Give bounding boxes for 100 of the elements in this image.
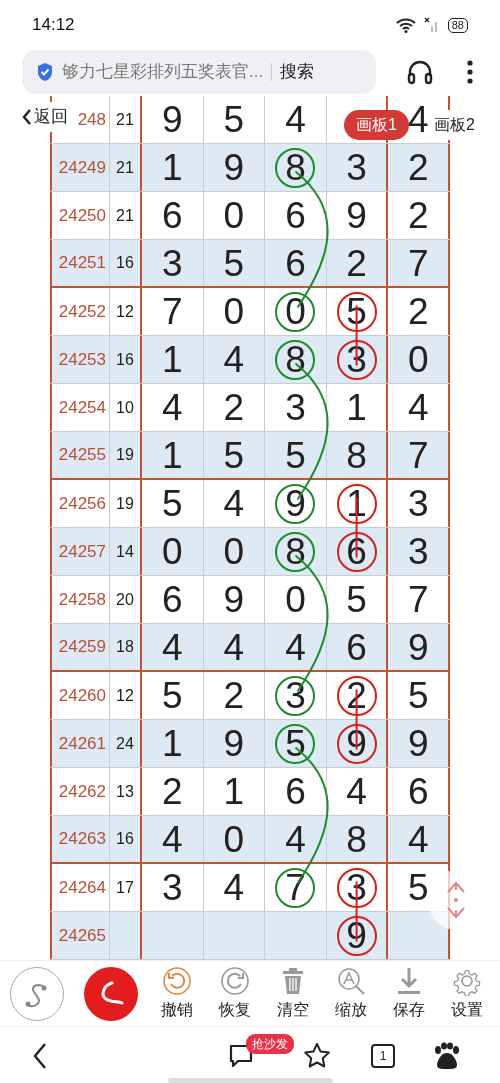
toolbar-button[interactable]: 恢复 [206, 965, 264, 1022]
draw-mode-button[interactable] [84, 966, 138, 1021]
star-icon [303, 1042, 331, 1070]
digit: 9 [223, 581, 245, 618]
issue-number: 24254 [58, 396, 106, 419]
digit: 6 [407, 773, 429, 810]
digit: 6 [285, 244, 306, 282]
digit: 0 [162, 533, 183, 570]
digit: 5 [223, 101, 245, 138]
digit: 4 [223, 485, 245, 522]
issue-number: 24263 [58, 828, 106, 851]
more-menu-icon[interactable] [466, 59, 474, 85]
issue-number: 24265 [58, 924, 106, 947]
toolbar-button[interactable]: 撤销 [148, 965, 206, 1022]
digit: 9 [346, 917, 367, 954]
digit: 8 [346, 436, 367, 474]
digit: 1 [162, 341, 183, 378]
digit: 3 [285, 389, 306, 426]
issue-number: 24256 [58, 492, 106, 515]
digit: 8 [285, 533, 306, 570]
digit: 0 [285, 581, 306, 618]
toolbar-button[interactable]: 缩放 [322, 965, 380, 1022]
digit: 9 [346, 725, 367, 762]
sum-value: 16 [116, 253, 134, 273]
paw-icon [432, 1042, 460, 1070]
sum-value: 12 [116, 685, 134, 706]
issue-number: 24253 [58, 348, 106, 371]
digit: 6 [346, 533, 367, 570]
toolbar-button[interactable]: 设置 [438, 965, 496, 1022]
digit: 4 [223, 869, 245, 906]
back-icon [22, 107, 32, 126]
digit: 4 [407, 101, 429, 138]
draw-mode-button[interactable] [10, 966, 64, 1021]
digit: 5 [285, 725, 306, 762]
digit: 1 [162, 149, 183, 186]
board-tab[interactable]: 画板2 [432, 110, 477, 140]
digit: 2 [346, 244, 367, 282]
digit: 6 [346, 628, 367, 666]
sum-value: 17 [116, 877, 134, 898]
digit: 7 [407, 436, 429, 474]
toolbar-button[interactable]: 保存 [380, 965, 438, 1022]
sum-value: 21 [116, 205, 134, 226]
digit: 4 [162, 628, 183, 666]
digit: 2 [162, 773, 183, 810]
digit: 3 [285, 677, 306, 714]
digit: 9 [223, 725, 245, 762]
search-button[interactable]: 搜索 [280, 59, 315, 85]
issue-number: 248 [77, 108, 106, 131]
digit: 8 [285, 149, 306, 186]
issue-number: 24250 [58, 204, 106, 227]
sum-value: 18 [116, 637, 134, 657]
issue-number: 24259 [58, 636, 106, 659]
digit: 4 [285, 101, 306, 138]
digit: 5 [346, 293, 367, 330]
issue-number: 24264 [58, 876, 106, 899]
digit: 5 [346, 581, 367, 618]
battery-level: 88 [447, 17, 468, 33]
digit: 0 [223, 533, 245, 570]
issue-number: 24252 [58, 300, 106, 323]
digit: 3 [346, 149, 367, 186]
headphones-icon[interactable] [407, 59, 433, 85]
sum-value: 16 [116, 349, 134, 370]
digit: 5 [407, 677, 429, 714]
toolbar-button[interactable]: 清空 [264, 965, 322, 1022]
address-bar[interactable]: 够力七星彩排列五奖表官... 搜索 [22, 50, 376, 94]
issue-number: 24257 [58, 540, 106, 563]
digit: 9 [407, 725, 429, 762]
issue-number: 24262 [58, 780, 106, 803]
digit: 0 [223, 820, 245, 858]
back-button[interactable] [32, 1042, 48, 1070]
digit: 0 [223, 293, 245, 330]
digit: 5 [285, 436, 306, 474]
digit: 2 [407, 197, 429, 234]
issue-number: 24249 [58, 156, 106, 179]
favorite-button[interactable] [303, 1042, 331, 1070]
back-icon [32, 1042, 48, 1070]
digit: 4 [285, 820, 306, 858]
digit: 3 [346, 869, 367, 906]
digit: 8 [346, 820, 367, 858]
digit: 9 [162, 101, 183, 138]
home-button[interactable] [432, 1042, 460, 1070]
board-tab[interactable]: 画板1 [344, 110, 409, 140]
sum-value: 13 [116, 781, 134, 802]
digit: 5 [407, 869, 429, 906]
digit: 2 [223, 389, 245, 426]
notification-badge: 抢沙发 [246, 1034, 294, 1054]
digit: 0 [285, 293, 306, 330]
issue-number: 24260 [58, 684, 106, 707]
digit: 4 [223, 341, 245, 378]
digit: 0 [223, 197, 245, 234]
digit: 1 [346, 389, 367, 426]
digit: 2 [407, 149, 429, 186]
digit: 1 [162, 725, 183, 762]
digit: 5 [223, 244, 245, 282]
sum-value: 10 [116, 397, 134, 418]
digit: 7 [407, 581, 429, 618]
digit: 2 [223, 677, 245, 714]
signal-icon [423, 17, 440, 33]
tabs-button[interactable]: 1 [371, 1044, 395, 1068]
comment-button[interactable] [228, 1043, 254, 1069]
